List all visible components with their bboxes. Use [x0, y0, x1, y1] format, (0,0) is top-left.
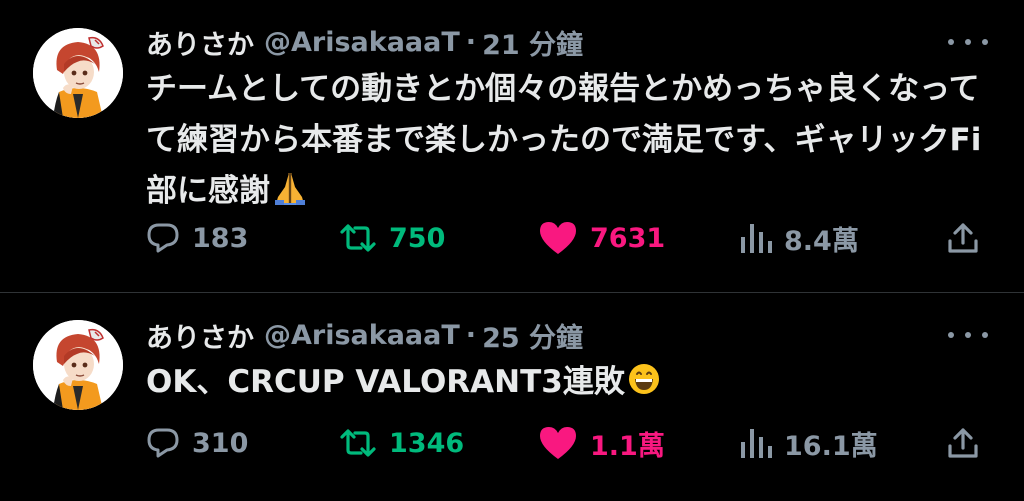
retweet-button[interactable]: 750: [339, 216, 445, 260]
avatar-illustration-icon: [33, 320, 123, 410]
tweet-header: ありさか @ArisakaaaT · 21 分鐘: [146, 23, 583, 62]
share-button[interactable]: [946, 421, 980, 465]
like-count: 7631: [590, 222, 666, 254]
timestamp[interactable]: 25 分鐘: [482, 316, 583, 355]
like-button[interactable]: 1.1萬: [538, 421, 665, 465]
avatar[interactable]: [33, 320, 123, 410]
separator-dot: ·: [465, 26, 477, 58]
retweet-count: 1346: [389, 427, 465, 459]
share-button[interactable]: [946, 216, 980, 260]
view-count: 16.1萬: [784, 430, 878, 462]
heart-icon: [540, 222, 576, 254]
user-handle[interactable]: @ArisakaaaT: [264, 320, 460, 351]
share-icon: [948, 223, 978, 253]
reply-button[interactable]: 310: [146, 421, 248, 465]
avatar[interactable]: [33, 28, 123, 118]
reply-count: 310: [192, 427, 249, 459]
reply-icon: [147, 428, 179, 458]
reply-icon: [147, 223, 179, 253]
retweet-icon: [340, 224, 376, 252]
views-chart-icon: [741, 429, 772, 458]
tweet-text-content: OK、CRCUP VALORANT3連敗: [146, 364, 625, 400]
reply-button[interactable]: 183: [146, 216, 248, 260]
tweet[interactable]: ありさか @ArisakaaaT · 21 分鐘 チームとしての動きとか個々の報…: [0, 0, 1024, 292]
share-icon: [948, 428, 978, 458]
more-options-icon[interactable]: [948, 323, 988, 347]
retweet-icon: [340, 429, 376, 457]
tweet-actions: 183 750 7631 8.4萬: [140, 216, 1000, 260]
more-options-icon[interactable]: [948, 30, 988, 54]
view-count: 8.4萬: [784, 225, 859, 257]
avatar-illustration-icon: [33, 28, 123, 118]
like-count: 1.1萬: [590, 430, 665, 462]
separator-dot: ·: [465, 319, 477, 351]
reply-count: 183: [192, 222, 249, 254]
tweet-actions: 310 1346 1.1萬 16.1萬: [140, 421, 1000, 465]
heart-icon: [540, 427, 576, 459]
views-button[interactable]: 16.1萬: [738, 421, 878, 465]
folded-hands-icon: [272, 170, 308, 221]
tweet-text: OK、CRCUP VALORANT3連敗: [146, 357, 996, 412]
display-name[interactable]: ありさか: [146, 23, 254, 62]
tweet[interactable]: ありさか @ArisakaaaT · 25 分鐘 OK、CRCUP VALORA…: [0, 293, 1024, 501]
retweet-count: 750: [389, 222, 446, 254]
grinning-face-icon: [627, 361, 661, 412]
retweet-button[interactable]: 1346: [339, 421, 464, 465]
user-handle[interactable]: @ArisakaaaT: [264, 27, 460, 58]
tweet-header: ありさか @ArisakaaaT · 25 分鐘: [146, 316, 583, 355]
tweet-text: チームとしての動きとか個々の報告とかめっちゃ良くなってて練習から本番まで楽しかっ…: [146, 64, 996, 221]
views-chart-icon: [741, 224, 772, 253]
views-button[interactable]: 8.4萬: [738, 216, 859, 260]
timestamp[interactable]: 21 分鐘: [482, 23, 583, 62]
like-button[interactable]: 7631: [538, 216, 665, 260]
display-name[interactable]: ありさか: [146, 316, 254, 355]
